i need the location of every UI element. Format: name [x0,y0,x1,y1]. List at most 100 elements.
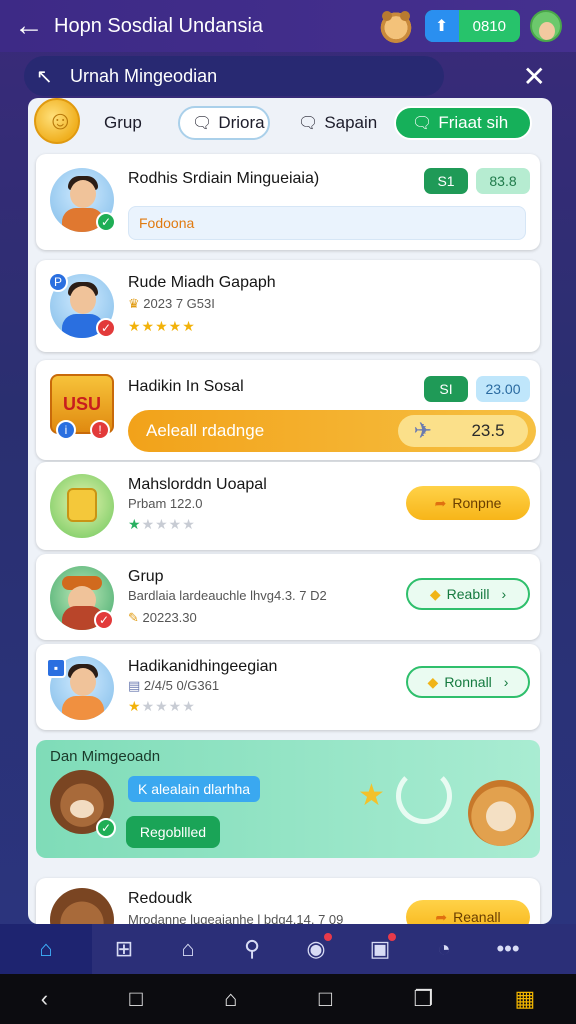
tab-driora[interactable]: 🗨 Driora [178,106,270,140]
rating-stars: ★★★★★ [128,516,196,532]
bear-mascot-icon [468,780,534,846]
system-nav-bar: ‹ □ ⌂ □ ❐ ▦ [0,974,576,1024]
back-arrow-icon[interactable]: ← [14,11,54,41]
p-badge-icon: P [48,272,68,292]
tab-friends-active[interactable]: 🗨 Friaat sih [394,106,532,140]
profile-avatar[interactable] [530,10,562,42]
item-name: Hadikin In Sosal [128,378,244,395]
friends-panel: Grup 🗨 Driora 🗨 Sapain 🗨 Friaat sih ✓ Ro… [28,98,552,924]
item-meta-secondary: ✎ 20223.30 [128,610,197,626]
nav-share-icon[interactable]: ⚲ [220,924,284,974]
action-bar-label: Aeleall rdadnge [146,421,265,440]
bottom-nav: ⌂ ⊞ ⌂ ⚲ ◉ ▣ ◔ ••• [0,924,576,974]
value-badge: 83.8 [476,168,530,194]
nav-house-icon[interactable]: ⌂ [156,924,220,974]
sub-back-icon[interactable]: ↖ [36,64,70,89]
chat-bubble-icon: 🗨 [298,115,319,132]
chat-bubble-icon: 🗨 [412,115,433,132]
action-button-label: Ronnall [444,674,492,690]
list-item[interactable]: ✓ Rodhis Srdiain Mingueiaia) S1 83.8 Fod… [36,154,540,250]
action-button[interactable]: ➦ Ronpne [406,486,530,520]
info-badge-icon: i [56,420,76,440]
featured-title: Dan Mimgeoadn [50,748,161,765]
list-item[interactable]: Redoudk Mrodanne lugeaianhe l bdg4.14. 7… [36,878,540,924]
app-header: ← Hopn Sosdial Undansia ⬆ 0810 [0,0,576,52]
list-item[interactable]: USU i ! Hadikin In Sosal SI 23.00 Aeleal… [36,360,540,460]
featured-button[interactable]: Regobllled [126,816,220,848]
sub-header-title: Urnah Mingeodian [70,65,218,86]
page-title: Hopn Sosdial Undansia [54,14,264,37]
nav-explore-icon[interactable]: ◔ [412,924,476,974]
sys-back-icon[interactable]: ‹ [41,986,48,1012]
check-badge-icon: ✓ [94,610,114,630]
item-name: Rude Miadh Gapaph [128,274,276,291]
chevron-right-icon: › [503,674,509,690]
item-meta: Mrodanne lugeaianhe l bdg4.14. 7 09 [128,912,344,924]
sys-recents-icon[interactable]: ❐ [413,986,433,1012]
tag-icon: ➦ [434,494,447,511]
item-input[interactable]: Fodoona [128,206,526,240]
item-name: Grup [128,568,164,585]
tab-group[interactable]: Grup [104,106,142,140]
notification-dot [388,933,396,941]
item-name: Mahslorddn Uoapal [128,476,267,493]
calendar-icon: ▤ [128,678,141,693]
game-logo-text: USU [62,393,101,414]
close-icon[interactable]: ✕ [523,60,546,93]
check-badge-icon: ✓ [96,318,116,338]
item-meta: Bardlaia lardeauchle lhvg4.3. 7 D2 [128,588,327,603]
refresh-ring-icon [396,768,452,824]
action-button[interactable]: ◆ Reabill › [406,578,530,610]
nav-game-icon[interactable]: ◉ [284,924,348,974]
score-value: 0810 [472,17,506,35]
status-badge: SI [424,376,468,402]
item-name: Redoudk [128,890,193,907]
item-meta: ♛ 2023 7 G53I [128,296,215,312]
score-counter[interactable]: ⬆ 0810 [424,10,520,42]
plane-icon: ✈ [413,418,432,443]
tag-icon: ◆ [429,585,441,602]
coin-icon [34,98,80,144]
list-item[interactable]: ✓ Grup Bardlaia lardeauchle lhvg4.3. 7 D… [36,554,540,640]
progress-action-bar[interactable]: Aeleall rdadnge ✈ 23.5 [128,410,536,452]
sys-square-icon[interactable]: □ [129,986,142,1012]
item-meta: ▤ 2/4/5 0/G361 [128,678,219,694]
check-badge-icon: ✓ [96,818,116,838]
sys-home-icon[interactable]: ⌂ [224,986,237,1012]
item-name: Hadikanidhingeegian [128,658,278,675]
item-meta: Prbam 122.0 [128,496,203,511]
tab-sapain[interactable]: 🗨 Sapain [298,106,377,140]
avatar [50,888,114,924]
trophy-icon: ♛ [128,296,140,311]
item-meta-text: 2023 7 G53I [143,296,215,311]
featured-card[interactable]: Dan Mimgeoadn ✓ K alealain dlarhha Regob… [36,740,540,858]
value-badge: 23.00 [476,376,530,402]
chat-badge-icon: ▪ [46,658,66,678]
list-item[interactable]: Mahslorddn Uoapal Prbam 122.0 ★★★★★ ➦ Ro… [36,462,540,550]
chevron-right-icon: › [501,586,507,602]
tag-icon: ✎ [128,610,139,625]
action-button[interactable]: ◆ Ronnall › [406,666,530,698]
item-name: Rodhis Srdiain Mingueiaia) [128,170,320,187]
tag-icon: ◆ [427,673,439,690]
nav-calendar-icon[interactable]: ▣ [348,924,412,974]
action-button-label: Ronpne [452,495,502,511]
list-item[interactable]: P ✓ Rude Miadh Gapaph ♛ 2023 7 G53I ★★★★… [36,260,540,352]
sys-apps-grid-icon[interactable]: ▦ [515,986,536,1012]
list-item[interactable]: ▪ Hadikanidhingeegian ▤ 2/4/5 0/G361 ★★★… [36,644,540,730]
avatar [50,474,114,538]
nav-board-icon[interactable]: ⊞ [92,924,156,974]
star-icon: ★ [358,779,385,812]
item-meta-secondary-text: 20223.30 [142,610,197,625]
sys-square-icon[interactable]: □ [319,986,332,1012]
notification-dot [324,933,332,941]
status-badge: S1 [424,168,468,194]
check-badge-icon: ✓ [96,212,116,232]
nav-home-icon[interactable]: ⌂ [0,924,92,974]
action-button[interactable]: ➦ Reanall [406,900,530,924]
tab-sapain-label: Sapain [324,113,378,132]
alert-badge-icon: ! [90,420,110,440]
pet-icon[interactable] [378,9,413,43]
item-meta-text: 2/4/5 0/G361 [143,678,220,693]
nav-more-icon[interactable]: ••• [476,924,540,974]
